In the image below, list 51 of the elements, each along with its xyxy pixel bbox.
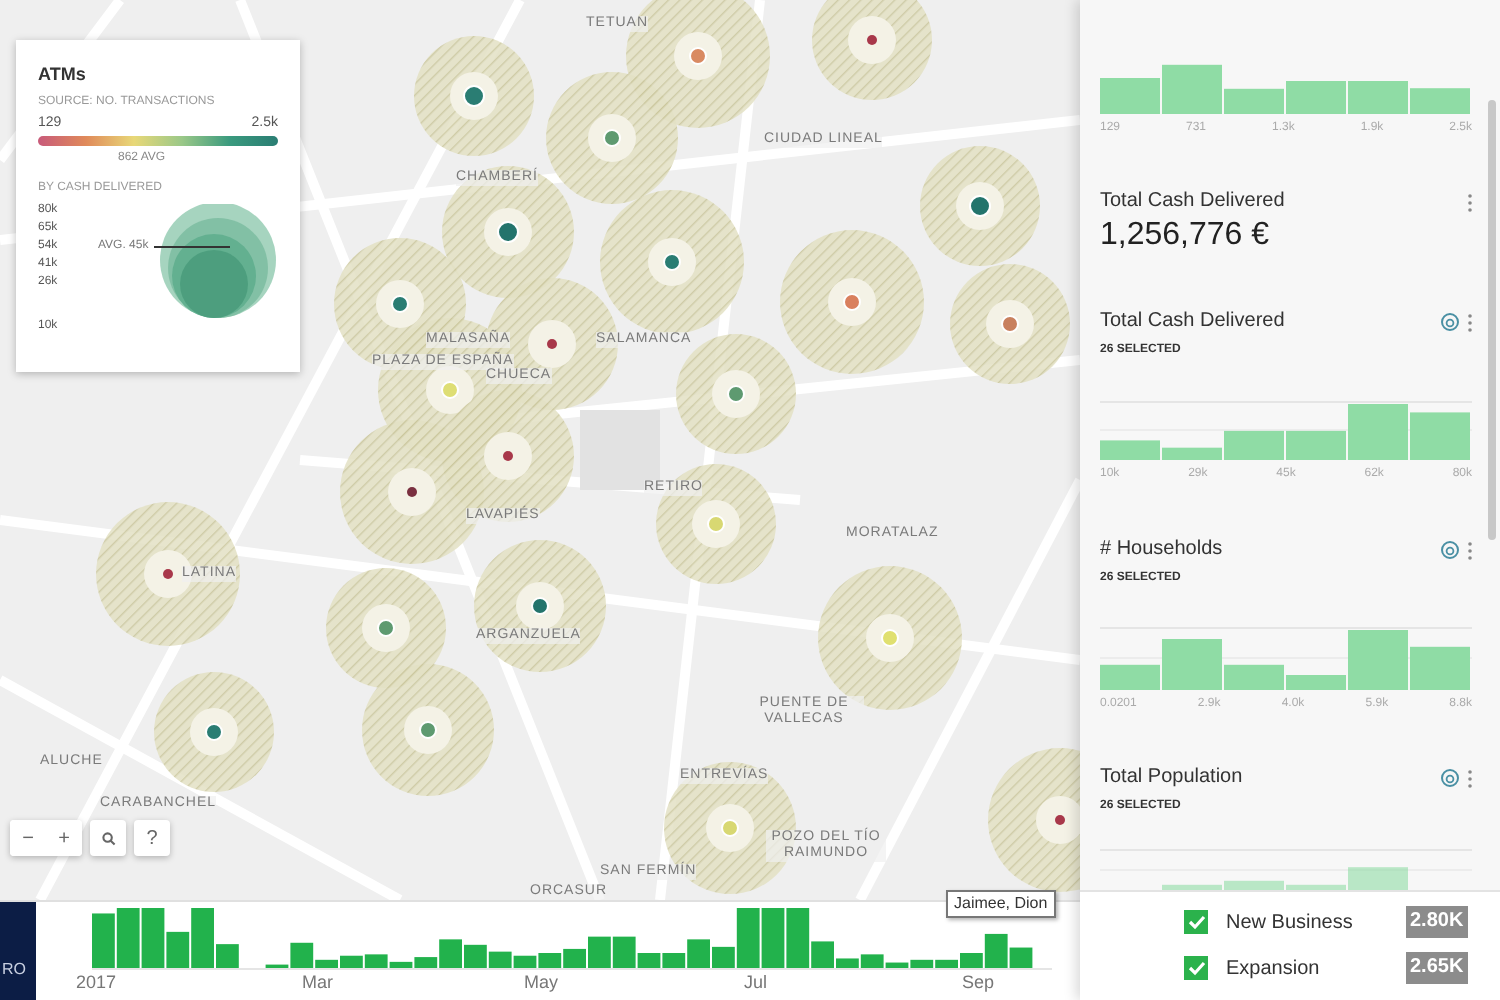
widget-title: # Households	[1100, 538, 1223, 562]
ring-icon[interactable]	[1440, 768, 1460, 788]
atm-marker[interactable]	[881, 629, 899, 647]
axis-label: Mar	[302, 972, 333, 992]
leader-line	[154, 246, 230, 248]
widget-title: Total Cash Delivered	[1100, 190, 1285, 214]
checkbox[interactable]	[1184, 956, 1208, 980]
ring-icon[interactable]	[1440, 312, 1460, 332]
category-count: 2.80K	[1406, 906, 1468, 938]
widget-title: Total Cash Delivered	[1100, 310, 1285, 334]
checkmark-icon	[1187, 914, 1205, 930]
atm-marker[interactable]	[205, 723, 223, 741]
axis-label: 2017	[76, 972, 117, 992]
legend-title: ATMs	[38, 64, 88, 84]
map-control-button[interactable]: ?	[134, 820, 170, 856]
formula-value: 1,256,776 €	[1100, 216, 1272, 256]
search-icon	[101, 831, 115, 845]
axis-label: May	[524, 972, 559, 992]
atm-marker[interactable]	[663, 253, 681, 271]
atm-marker[interactable]	[407, 487, 417, 497]
atm-marker[interactable]	[603, 129, 621, 147]
atm-marker[interactable]	[1055, 815, 1065, 825]
checkmark-icon	[1187, 960, 1205, 976]
atm-marker[interactable]	[707, 515, 725, 533]
widget-title: Total Population	[1100, 766, 1243, 790]
side-tab-label: RO	[2, 958, 26, 982]
atm-marker[interactable]	[503, 451, 513, 461]
atm-marker[interactable]	[867, 35, 877, 45]
atm-marker[interactable]	[721, 819, 739, 837]
ring-icon[interactable]	[1440, 540, 1460, 560]
atm-marker[interactable]	[843, 293, 861, 311]
category-label: Expansion	[1226, 955, 1322, 983]
atm-marker[interactable]	[531, 597, 549, 615]
category-label: New Business	[1226, 909, 1355, 937]
atm-marker[interactable]	[419, 721, 437, 739]
checkbox[interactable]	[1184, 910, 1208, 934]
atm-marker[interactable]	[163, 569, 173, 579]
atm-marker[interactable]	[547, 339, 557, 349]
tooltip: Jaimee, Dion	[946, 890, 1056, 918]
search-button[interactable]	[90, 820, 126, 856]
map-control-button[interactable]: −	[10, 820, 46, 856]
map-control-button[interactable]: +	[46, 820, 82, 856]
atm-marker[interactable]	[727, 385, 745, 403]
atm-marker[interactable]	[377, 619, 395, 637]
axis-label: Jul	[744, 972, 768, 992]
atm-marker[interactable]	[391, 295, 409, 313]
axis-label: Sep	[962, 972, 995, 992]
atm-marker[interactable]	[689, 47, 707, 65]
atm-marker[interactable]	[1001, 315, 1019, 333]
category-count: 2.65K	[1406, 952, 1468, 984]
atm-marker[interactable]	[441, 381, 459, 399]
